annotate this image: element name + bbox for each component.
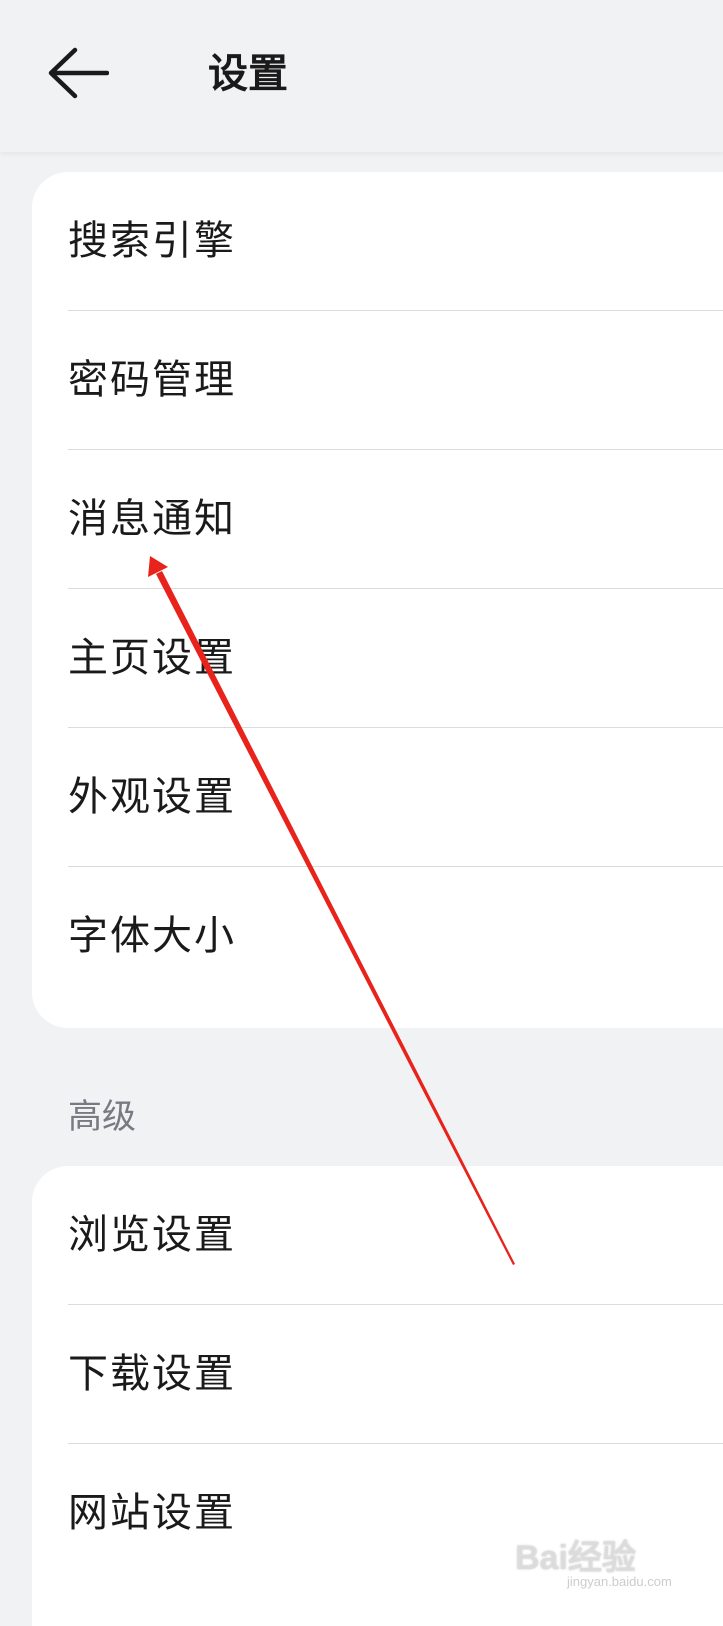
settings-item-label: 主页设置 [68, 635, 236, 681]
settings-item-label: 密码管理 [68, 357, 236, 403]
settings-item-download[interactable]: 下载设置 [32, 1305, 723, 1444]
settings-item-label: 字体大小 [68, 913, 236, 959]
general-settings-card: 搜索引擎 密码管理 消息通知 主页设置 外观设置 字体大小 [32, 172, 723, 1028]
settings-item-password-manager[interactable]: 密码管理 [32, 311, 723, 450]
settings-item-label: 外观设置 [68, 774, 236, 820]
settings-item-font-size[interactable]: 字体大小 [32, 867, 723, 1006]
settings-item-label: 搜索引擎 [68, 218, 236, 264]
settings-item-notifications[interactable]: 消息通知 [32, 450, 723, 589]
settings-item-label: 下载设置 [68, 1351, 236, 1397]
settings-item-search-engine[interactable]: 搜索引擎 [32, 172, 723, 311]
settings-item-browsing[interactable]: 浏览设置 [32, 1166, 723, 1305]
settings-item-label: 网站设置 [68, 1490, 236, 1536]
section-title-advanced: 高级 [68, 1097, 136, 1137]
advanced-settings-card: 浏览设置 下载设置 网站设置 [32, 1166, 723, 1626]
arrow-left-icon [48, 47, 109, 99]
top-app-bar: 设置 [0, 0, 723, 152]
settings-item-website[interactable]: 网站设置 [32, 1444, 723, 1583]
settings-item-homepage[interactable]: 主页设置 [32, 589, 723, 728]
settings-item-label: 消息通知 [68, 496, 236, 542]
back-button[interactable] [40, 38, 116, 108]
settings-item-label: 浏览设置 [68, 1212, 236, 1258]
page-title: 设置 [208, 51, 288, 97]
settings-item-appearance[interactable]: 外观设置 [32, 728, 723, 867]
